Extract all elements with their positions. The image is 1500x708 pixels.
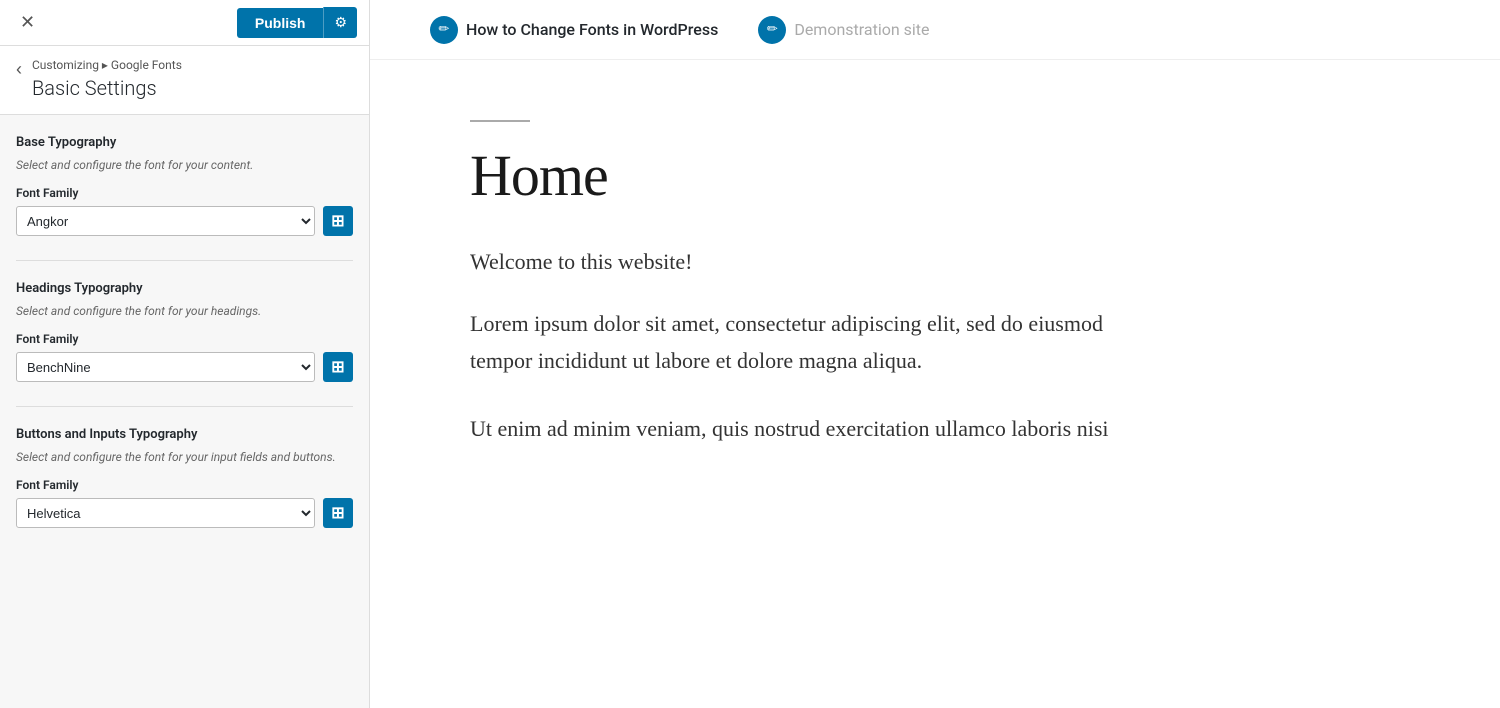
section-desc-buttons: Select and configure the font for your i… <box>16 448 353 466</box>
font-select-row-base: Angkor ⊞ <box>16 206 353 236</box>
preview-nav: ✏ How to Change Fonts in WordPress ✏ Dem… <box>370 0 1500 60</box>
publish-area: Publish ⚙ <box>237 7 357 38</box>
breadcrumb-title: Basic Settings <box>32 76 182 100</box>
font-family-label-base: Font Family <box>16 186 353 200</box>
preview-home-title: Home <box>470 142 1170 209</box>
sidebar: ✕ Publish ⚙ ‹ Customizing ▸ Google Fonts… <box>0 0 370 708</box>
breadcrumb-area: ‹ Customizing ▸ Google Fonts Basic Setti… <box>0 46 369 115</box>
publish-button[interactable]: Publish <box>237 8 324 38</box>
font-select-row-buttons: Helvetica ⊞ <box>16 498 353 528</box>
font-family-label-buttons: Font Family <box>16 478 353 492</box>
breadcrumb-nav: Customizing ▸ Google Fonts <box>32 58 182 72</box>
section-title-buttons: Buttons and Inputs Typography <box>16 427 353 442</box>
breadcrumb: Customizing ▸ Google Fonts Basic Setting… <box>32 58 182 100</box>
nav-link-demo[interactable]: ✏ Demonstration site <box>738 0 949 60</box>
close-button[interactable]: ✕ <box>12 8 43 37</box>
expand-icon-headings: ⊞ <box>331 357 344 377</box>
section-base-typography: Base Typography Select and configure the… <box>16 135 353 236</box>
font-family-label-headings: Font Family <box>16 332 353 346</box>
section-desc-base: Select and configure the font for your c… <box>16 156 353 174</box>
section-buttons-inputs-typography: Buttons and Inputs Typography Select and… <box>16 427 353 528</box>
expand-button-headings[interactable]: ⊞ <box>323 352 353 382</box>
publish-settings-button[interactable]: ⚙ <box>323 7 357 38</box>
preview-lorem-text: Lorem ipsum dolor sit amet, consectetur … <box>470 305 1170 380</box>
top-bar: ✕ Publish ⚙ <box>0 0 369 46</box>
close-icon: ✕ <box>20 12 35 32</box>
section-title-base: Base Typography <box>16 135 353 150</box>
expand-icon-base: ⊞ <box>331 211 344 231</box>
font-select-row-headings: BenchNine ⊞ <box>16 352 353 382</box>
nav-link-1-text: How to Change Fonts in WordPress <box>466 20 718 39</box>
expand-icon-buttons: ⊞ <box>331 503 344 523</box>
font-select-base[interactable]: Angkor <box>16 206 315 236</box>
gear-icon: ⚙ <box>334 14 347 30</box>
preview-ut-text: Ut enim ad minim veniam, quis nostrud ex… <box>470 410 1170 447</box>
section-headings-typography: Headings Typography Select and configure… <box>16 281 353 382</box>
section-desc-headings: Select and configure the font for your h… <box>16 302 353 320</box>
back-button[interactable]: ‹ <box>16 60 22 78</box>
main-preview: ✏ How to Change Fonts in WordPress ✏ Dem… <box>370 0 1500 708</box>
settings-content: Base Typography Select and configure the… <box>0 115 369 708</box>
nav-link-wordpress[interactable]: ✏ How to Change Fonts in WordPress <box>410 0 738 60</box>
font-select-buttons[interactable]: Helvetica <box>16 498 315 528</box>
preview-welcome-text: Welcome to this website! <box>470 249 1170 275</box>
pencil-icon-2: ✏ <box>758 16 786 44</box>
preview-content: Home Welcome to this website! Lorem ipsu… <box>370 60 1270 507</box>
back-arrow-icon: ‹ <box>16 59 22 79</box>
expand-button-base[interactable]: ⊞ <box>323 206 353 236</box>
font-select-headings[interactable]: BenchNine <box>16 352 315 382</box>
pencil-icon-1: ✏ <box>430 16 458 44</box>
divider-1 <box>16 260 353 261</box>
nav-link-2-text: Demonstration site <box>794 20 929 39</box>
divider-2 <box>16 406 353 407</box>
expand-button-buttons[interactable]: ⊞ <box>323 498 353 528</box>
section-title-headings: Headings Typography <box>16 281 353 296</box>
preview-divider <box>470 120 530 122</box>
